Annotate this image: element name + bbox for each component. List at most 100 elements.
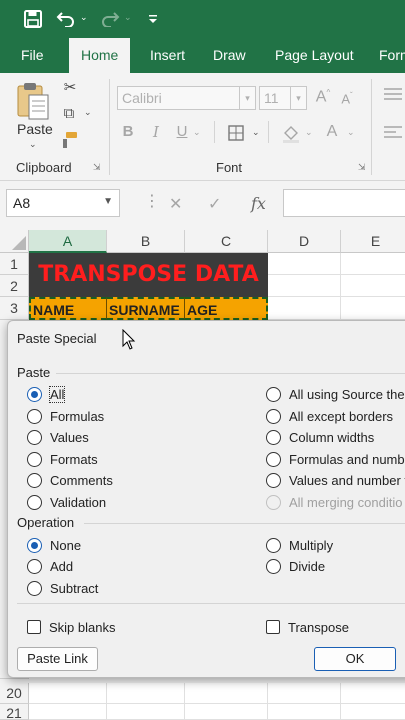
- underline-dropdown-icon[interactable]: ⌄: [193, 127, 201, 138]
- borders-dropdown-icon[interactable]: ⌄: [252, 127, 260, 138]
- radio-none-label: None: [50, 537, 82, 553]
- italic-icon[interactable]: I: [149, 123, 163, 141]
- radio-column-widths[interactable]: Column widths: [266, 428, 374, 446]
- tab-formulas[interactable]: Form: [379, 38, 405, 73]
- header-cell-age[interactable]: AGE: [185, 297, 268, 320]
- grid-cell[interactable]: [341, 683, 405, 704]
- paste-icon[interactable]: [16, 81, 50, 121]
- enter-icon[interactable]: ✓: [208, 194, 221, 214]
- row-header-2[interactable]: 2: [0, 275, 29, 297]
- header-cell-surname[interactable]: SURNAME: [107, 297, 185, 320]
- row-header-20[interactable]: 20: [0, 683, 29, 704]
- grid-cell[interactable]: [185, 683, 268, 704]
- grid-cell[interactable]: [341, 253, 405, 275]
- grid-cell[interactable]: [268, 253, 341, 275]
- format-painter-icon[interactable]: [60, 131, 78, 149]
- underline-icon[interactable]: U: [175, 123, 189, 140]
- grid-cell[interactable]: [268, 704, 341, 720]
- column-header-d[interactable]: D: [268, 230, 341, 253]
- decrease-font-size-icon[interactable]: Aˇ: [338, 91, 356, 106]
- tab-insert[interactable]: Insert: [150, 38, 185, 73]
- name-box[interactable]: A8 ▼: [6, 189, 120, 217]
- increase-font-size-icon[interactable]: A^: [314, 88, 332, 106]
- grid-cell[interactable]: [29, 704, 107, 720]
- tab-draw[interactable]: Draw: [213, 38, 246, 73]
- grid-cell[interactable]: [107, 683, 185, 704]
- tab-file[interactable]: File: [21, 38, 44, 73]
- radio-add[interactable]: Add: [27, 557, 73, 575]
- align-left-icon[interactable]: [384, 125, 402, 139]
- row-header-3[interactable]: 3: [0, 297, 29, 320]
- row-header-1[interactable]: 1: [0, 253, 29, 275]
- header-cell-name[interactable]: NAME: [29, 297, 107, 320]
- redo-icon[interactable]: [98, 6, 122, 32]
- radio-formulas-and-number-formats[interactable]: Formulas and numb: [266, 450, 405, 468]
- font-launcher-icon[interactable]: ⇲: [358, 162, 366, 173]
- borders-icon[interactable]: [228, 125, 244, 141]
- grid-cell[interactable]: [341, 297, 405, 320]
- skip-blanks-checkbox[interactable]: Skip blanks: [27, 618, 115, 636]
- divider: [214, 121, 215, 143]
- chevron-down-icon: ▾: [239, 87, 255, 109]
- radio-values-and-number-formats-label: Values and number f: [289, 472, 405, 488]
- font-color-icon[interactable]: A: [324, 123, 340, 141]
- radio-formulas[interactable]: Formulas: [27, 407, 104, 425]
- paste-link-button[interactable]: Paste Link: [17, 647, 98, 671]
- column-header-a[interactable]: A: [29, 230, 107, 253]
- bold-icon[interactable]: B: [121, 123, 135, 140]
- grid-cell[interactable]: [341, 704, 405, 720]
- cancel-icon[interactable]: ✕: [169, 194, 182, 214]
- font-color-dropdown-icon[interactable]: ⌄: [347, 127, 355, 138]
- formula-input[interactable]: [283, 189, 405, 217]
- grid-cell[interactable]: [341, 275, 405, 297]
- undo-dropdown-icon[interactable]: ⌄: [80, 12, 88, 23]
- redo-dropdown-icon[interactable]: ⌄: [124, 12, 132, 23]
- group-divider: [371, 79, 372, 175]
- paste-button-label[interactable]: Paste: [17, 121, 53, 137]
- column-header-b[interactable]: B: [107, 230, 185, 253]
- paste-dropdown-icon[interactable]: ⌄: [29, 139, 37, 150]
- column-header-c[interactable]: C: [185, 230, 268, 253]
- radio-divide[interactable]: Divide: [266, 557, 325, 575]
- grid-cell[interactable]: [107, 704, 185, 720]
- radio-all-using-source-theme[interactable]: All using Source the: [266, 385, 405, 403]
- transpose-checkbox[interactable]: Transpose: [266, 618, 349, 636]
- radio-none[interactable]: None: [27, 536, 81, 554]
- radio-comments-label: Comments: [50, 472, 113, 488]
- copy-icon[interactable]: ⧉: [58, 105, 80, 122]
- tab-home[interactable]: Home: [69, 38, 131, 73]
- undo-icon[interactable]: [54, 6, 78, 32]
- radio-multiply[interactable]: Multiply: [266, 536, 333, 554]
- align-top-icon[interactable]: [384, 87, 402, 101]
- clipboard-launcher-icon[interactable]: ⇲: [93, 162, 101, 173]
- grid-cell[interactable]: [268, 683, 341, 704]
- column-header-e[interactable]: E: [341, 230, 405, 253]
- radio-validation[interactable]: Validation: [27, 493, 106, 511]
- radio-formats[interactable]: Formats: [27, 450, 98, 468]
- grid-cell[interactable]: [185, 704, 268, 720]
- save-icon[interactable]: [20, 6, 46, 32]
- radio-all-except-borders[interactable]: All except borders: [266, 407, 393, 425]
- font-size-combo[interactable]: 11 ▾: [259, 86, 307, 110]
- radio-comments[interactable]: Comments: [27, 471, 113, 489]
- cut-icon[interactable]: ✂: [60, 78, 80, 96]
- ok-button[interactable]: OK: [314, 647, 396, 671]
- radio-values-and-number-formats[interactable]: Values and number f: [266, 471, 405, 489]
- copy-dropdown-icon[interactable]: ⌄: [84, 107, 92, 118]
- customize-quick-access-icon[interactable]: [146, 6, 160, 32]
- grid-cell[interactable]: [29, 683, 107, 704]
- title-merged-cell[interactable]: TRANSPOSE DATA: [29, 253, 268, 297]
- tab-page-layout[interactable]: Page Layout: [275, 38, 354, 73]
- font-name-combo[interactable]: Calibri ▾: [117, 86, 256, 110]
- radio-subtract[interactable]: Subtract: [27, 579, 98, 597]
- grid-cell[interactable]: [268, 275, 341, 297]
- radio-all[interactable]: All: [27, 385, 66, 403]
- grid-cell[interactable]: [268, 297, 341, 320]
- row-header-21[interactable]: 21: [0, 704, 29, 720]
- fill-color-icon[interactable]: [281, 123, 301, 143]
- radio-formulas-label: Formulas: [50, 408, 105, 424]
- select-all-corner[interactable]: [0, 230, 29, 253]
- fill-color-dropdown-icon[interactable]: ⌄: [305, 127, 313, 138]
- insert-function-icon[interactable]: fx: [251, 194, 266, 213]
- radio-values[interactable]: Values: [27, 428, 89, 446]
